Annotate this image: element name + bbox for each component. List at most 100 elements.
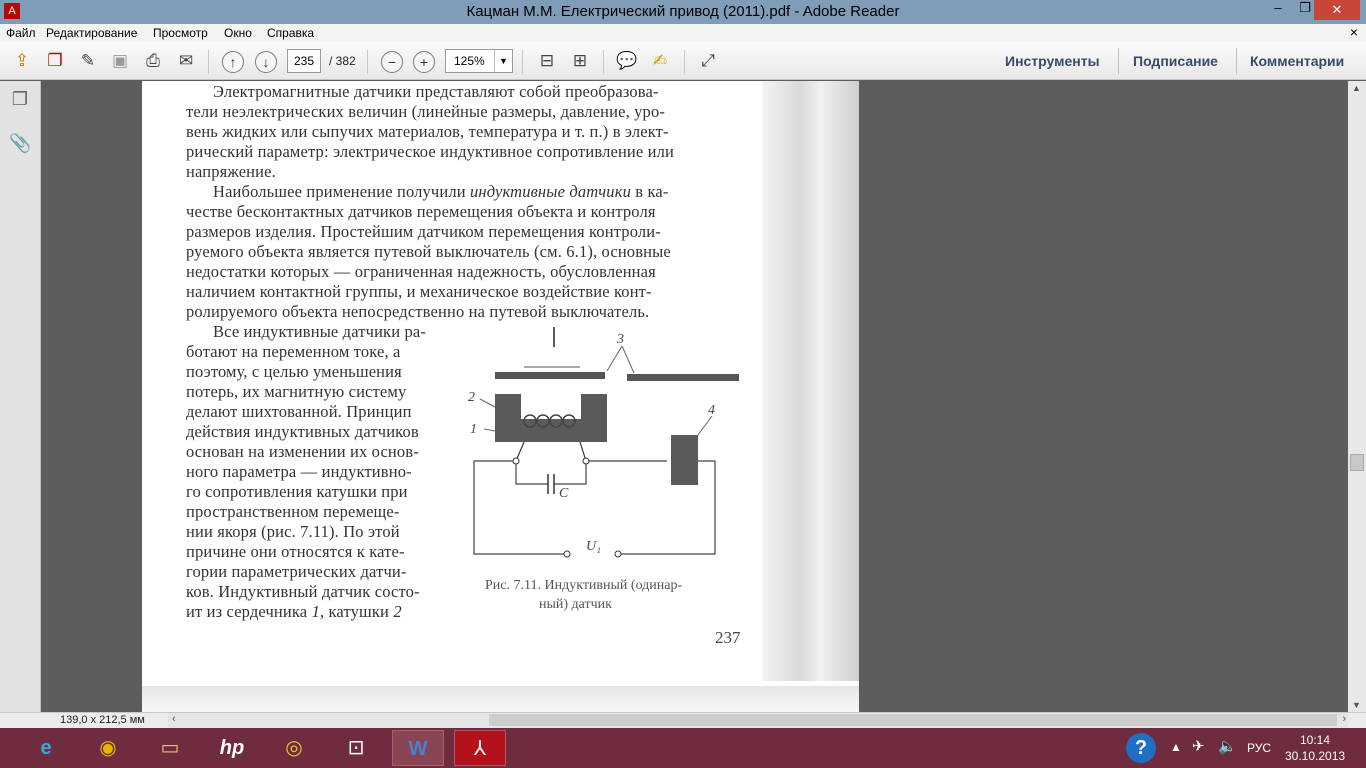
hp-icon[interactable]: hp [206, 730, 258, 766]
window-title: Кацман М.М. Електрический привод (2011).… [466, 3, 900, 20]
capacitor-wire-left [515, 464, 548, 485]
armature-left [495, 372, 605, 379]
pdf-page: Электромагнитные датчики представляют со… [142, 81, 859, 712]
leader-1 [483, 428, 496, 432]
word-icon[interactable]: W [392, 730, 444, 766]
menu-help[interactable]: Справка [267, 26, 314, 40]
save-icon[interactable]: ▣ [108, 50, 132, 72]
circuit-wire-right [620, 460, 716, 555]
page-number-input[interactable]: 235 [287, 49, 321, 73]
print-icon[interactable]: ⎙ [141, 50, 165, 72]
document-viewer[interactable]: Электромагнитные датчики представляют со… [41, 81, 1348, 712]
comment-panel-link[interactable]: Комментарии [1250, 53, 1344, 69]
chevron-down-icon[interactable]: ▼ [494, 50, 512, 72]
italic-term: индуктивные датчики [470, 182, 631, 201]
text-line: руемого объекта является путевой выключа… [186, 242, 671, 261]
close-document-button[interactable]: × [1350, 24, 1358, 40]
fit-page-icon[interactable]: ⊟ [535, 50, 559, 72]
text-line: ролируемого объекта непосредственно на п… [186, 302, 650, 321]
scroll-thumb[interactable] [489, 714, 1337, 726]
combine-files-icon[interactable]: ❐ [43, 50, 67, 72]
page-total-label: / 382 [329, 54, 356, 68]
text-span: , катушки [319, 602, 390, 621]
acrobat-icon[interactable]: ⅄ [454, 730, 506, 766]
zoom-out-icon[interactable]: − [381, 51, 403, 73]
edit-document-icon[interactable]: ✎ [76, 50, 100, 72]
text-line: рический параметр: электрическое индукти… [186, 142, 674, 161]
scroll-thumb[interactable] [1350, 454, 1364, 471]
page-size-label: 139,0 x 212,5 мм [60, 714, 145, 726]
scroll-up-icon[interactable]: ▲ [1352, 83, 1361, 93]
scan-bottom-edge [142, 686, 859, 712]
minimize-button[interactable]: – [1265, 0, 1291, 20]
media-player-icon[interactable]: ◉ [82, 730, 134, 766]
zoom-value: 125% [454, 54, 485, 68]
tools-panel-link[interactable]: Инструменты [1005, 53, 1100, 69]
menu-file[interactable]: Файл [6, 26, 36, 40]
capacitor-wire-right [554, 464, 587, 485]
leader-3-right [621, 345, 635, 374]
label-4: 4 [708, 403, 715, 418]
taskbar: e ◉ ▭ hp ◎ ⊡ W ⅄ ? ▲ ✈ 🔈 РУС 10:14 30.10… [0, 728, 1366, 768]
attachments-icon[interactable]: 📎 [9, 133, 31, 157]
text-line: ит из сердечника 1, катушки 2 [186, 602, 402, 622]
leader-3-left [606, 345, 623, 372]
highlight-text-icon[interactable]: ✍ [648, 50, 672, 72]
leader-2 [479, 398, 496, 408]
text-line: причине они относятся к кате- [186, 542, 405, 561]
circuit-wire-left [473, 460, 564, 555]
next-page-icon[interactable]: ↓ [255, 51, 277, 73]
vertical-scrollbar[interactable]: ▲ ▼ [1348, 81, 1366, 712]
menu-edit[interactable]: Редактирование [46, 26, 137, 40]
email-icon[interactable]: ✉ [174, 50, 198, 72]
sign-panel-link[interactable]: Подписание [1133, 53, 1218, 69]
chrome-icon[interactable]: ◎ [268, 730, 320, 766]
text-line: ного параметра — индуктивно- [186, 462, 412, 481]
text-line: наличием контактной группы, и механическ… [186, 282, 652, 301]
sticky-note-icon[interactable]: 💬 [615, 50, 639, 72]
file-explorer-icon[interactable]: ▭ [144, 730, 196, 766]
horizontal-scrollbar[interactable]: ‹ › [168, 713, 1348, 728]
text-line: пространственном перемеще- [186, 502, 400, 521]
zoom-in-icon[interactable]: + [413, 51, 435, 73]
close-window-button[interactable]: ✕ [1314, 0, 1360, 20]
terminal [582, 457, 590, 465]
toolbar-separator [603, 50, 604, 74]
text-line: недостатки которых — ограниченная надежн… [186, 262, 656, 281]
text-line: ботают на переменном токе, а [186, 342, 401, 361]
zoom-select[interactable]: 125% ▼ [445, 49, 513, 73]
figure-caption-line: Рис. 7.11. Индуктивный (одинар- [485, 578, 683, 593]
scroll-right-icon[interactable]: › [1342, 713, 1346, 725]
ie-icon[interactable]: e [20, 730, 72, 766]
text-span: в ка- [635, 182, 669, 201]
chevron-up-icon[interactable]: ▲ [1170, 740, 1182, 754]
text-span: ит из сердечника [186, 602, 308, 621]
text-line: Электромагнитные датчики представляют со… [213, 82, 659, 101]
label-3: 3 [616, 332, 624, 347]
fit-width-icon[interactable]: ⊞ [568, 50, 592, 72]
text-line: основан на изменении их основ- [186, 442, 419, 461]
volume-icon[interactable]: 🔈 [1218, 737, 1237, 755]
remote-icon[interactable]: ⊡ [330, 730, 382, 766]
text-line: размеров изделия. Простейшим датчиком пе… [186, 222, 661, 241]
menu-window[interactable]: Окно [224, 26, 252, 40]
terminal [512, 457, 520, 465]
help-icon[interactable]: ? [1126, 733, 1156, 763]
text-line: делают шихтованной. Принцип [186, 402, 412, 421]
title-bar: A Кацман М.М. Електрический привод (2011… [0, 0, 1366, 24]
page-thumbnails-icon[interactable]: ❐ [9, 89, 31, 113]
scroll-down-icon[interactable]: ▼ [1352, 700, 1361, 710]
clock-date[interactable]: 30.10.2013 [1285, 749, 1345, 763]
toolbar-separator [367, 50, 368, 74]
text-line: поэтому, с целью уменьшения [186, 362, 402, 381]
previous-page-icon[interactable]: ↑ [222, 51, 244, 73]
menu-view[interactable]: Просмотр [153, 26, 208, 40]
inductive-sensor-diagram: 1 2 3 4 C U₁ [468, 327, 739, 558]
scroll-left-icon[interactable]: ‹ [172, 713, 176, 725]
clock-time[interactable]: 10:14 [1300, 733, 1330, 747]
full-screen-icon[interactable]: ⤢ [696, 50, 720, 72]
text-line: потерь, их магнитную систему [186, 382, 407, 401]
create-pdf-icon[interactable]: ⇪ [10, 50, 34, 72]
airplane-mode-icon[interactable]: ✈ [1192, 737, 1205, 755]
language-indicator[interactable]: РУС [1247, 741, 1271, 755]
